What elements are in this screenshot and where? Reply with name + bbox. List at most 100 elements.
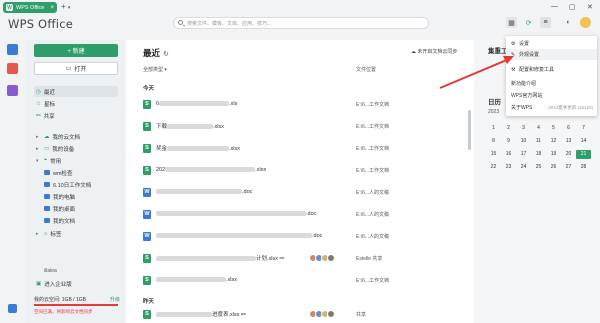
calendar-day[interactable]: 5 xyxy=(546,124,561,133)
menu-item-about[interactable]: 关于WPS 2023夏季更新 (15120) xyxy=(506,102,597,113)
sidebar-item-my-devices[interactable]: ▸ ▭ 我的设备 xyxy=(34,143,118,154)
calendar-day[interactable]: 13 xyxy=(561,137,576,146)
table-row[interactable]: S 6 .xls E:\6...工作文档 xyxy=(143,94,461,114)
calendar-day[interactable]: 21 xyxy=(576,150,591,159)
upgrade-link[interactable]: 升级 xyxy=(110,296,120,303)
sidebar-item-common[interactable]: ▾ ⌖ 常用 xyxy=(34,155,118,166)
calendar-day[interactable]: 2 xyxy=(501,124,516,133)
calendar-day[interactable]: 15 xyxy=(486,150,501,159)
search-input[interactable]: 搜索文件、模板、文库、应用、技巧... xyxy=(173,17,429,29)
file-name: .doc xyxy=(156,211,316,217)
table-row[interactable]: W .doc E:\6...人的文稿 xyxy=(143,226,461,246)
apps-icon[interactable] xyxy=(7,85,18,96)
spreadsheet-icon: S xyxy=(143,309,151,319)
calendar-day[interactable]: 25 xyxy=(531,163,546,172)
sidebar-item-label: 6.10日工作文档 xyxy=(53,182,92,189)
calendar: 1 2 3 4 5 6 7 8 9 10 11 12 13 14 15 16 17 18 19 20 21 22 23 24 2… xyxy=(486,124,596,172)
sidebar-item-shared[interactable]: ⚯ 共享 xyxy=(34,110,118,121)
calendar-day[interactable]: 7 xyxy=(576,124,591,133)
table-row[interactable]: S 计划.xlsx ⚯ Estelle 共享 xyxy=(143,248,461,268)
grid-icon[interactable]: ▦ xyxy=(506,17,517,28)
calendar-day[interactable]: 12 xyxy=(546,137,561,146)
menu-item-appearance[interactable]: ✎ 外观设置 xyxy=(506,49,597,60)
scrollbar[interactable] xyxy=(468,110,471,150)
sidebar-item-recent[interactable]: ◷ 最近 xyxy=(34,86,118,97)
chevron-down-icon[interactable]: ▾ xyxy=(68,5,71,11)
calendar-day[interactable]: 28 xyxy=(576,163,591,172)
calendar-day[interactable]: 10 xyxy=(516,137,531,146)
calendar-day[interactable]: 3 xyxy=(516,124,531,133)
enterprise-icon: ▣ xyxy=(36,280,42,287)
maximize-icon[interactable]: ▢ xyxy=(569,3,576,11)
calendar-day[interactable]: 11 xyxy=(531,137,546,146)
menu-icon[interactable]: ≡ xyxy=(540,17,551,28)
menu-item-website[interactable]: WPS官方网站 xyxy=(506,90,597,101)
collaborator-avatars[interactable] xyxy=(309,310,335,318)
docs-app-icon[interactable] xyxy=(7,44,18,55)
avatar[interactable] xyxy=(580,17,591,28)
collaborator-avatars[interactable] xyxy=(309,254,335,262)
menu-item-new-features[interactable]: 新功能介绍 xyxy=(506,78,597,89)
sidebar-item-starred[interactable]: ☆ 星标 xyxy=(34,98,118,109)
storage-bar xyxy=(34,304,118,306)
enterprise-link[interactable]: ▣ 进入企业版 xyxy=(34,278,118,289)
sidebar-item-folder-work[interactable]: 6.10日工作文档 xyxy=(42,179,118,190)
table-row[interactable]: W .doc E:\6...人的文稿 xyxy=(143,182,461,202)
table-row[interactable]: S 奖金 .xlsx E:\6...工作文档 xyxy=(143,138,461,158)
calendar-day[interactable]: 17 xyxy=(516,150,531,159)
calendar-day[interactable]: 1 xyxy=(486,124,501,133)
calendar-day[interactable]: 26 xyxy=(546,163,561,172)
sidebar-item-pc[interactable]: 我的电脑 xyxy=(42,191,118,202)
table-row[interactable]: S 下载 .xlsx E:\6...工作文档 xyxy=(143,116,461,136)
new-tab-button[interactable]: + ▾ xyxy=(61,2,70,11)
table-row[interactable]: S .xlsx E:\6...工作文档 xyxy=(143,270,461,290)
sidebar-item-tags[interactable]: ▸ ⌂ 标签 xyxy=(34,228,118,239)
sidebar-item-label: 我的电脑 xyxy=(53,194,76,201)
sync-icon[interactable]: ⟳ xyxy=(523,17,534,28)
menu-item-repair-tool[interactable]: ⚒ 配置和修复工具 xyxy=(506,64,597,75)
table-row[interactable]: S 202 .xlsx E:\6...工作文档 xyxy=(143,160,461,180)
help-icon[interactable] xyxy=(8,304,17,313)
calendar-day[interactable]: 14 xyxy=(576,137,591,146)
skin-icon[interactable]: ◐ xyxy=(563,17,574,28)
calendar-day[interactable]: 18 xyxy=(531,150,546,159)
cloud-sync-status[interactable]: ☁ 未开启文档云同步 xyxy=(411,48,457,55)
sidebar-item-folder-wm[interactable]: wm检查 xyxy=(42,167,118,178)
menu-item-label: 设置 xyxy=(519,41,530,47)
device-icon: ▭ xyxy=(44,145,50,152)
sidebar-item-desktop[interactable]: 我的桌面 xyxy=(42,203,118,214)
calendar-day[interactable]: 22 xyxy=(486,163,501,172)
table-row[interactable]: W .doc E:\6...人的文稿 xyxy=(143,204,461,224)
sidebar-item-documents[interactable]: 我的文档 xyxy=(42,215,118,226)
calendar-day[interactable]: 19 xyxy=(546,150,561,159)
calendar-day[interactable]: 24 xyxy=(516,163,531,172)
pin-icon: ⌖ xyxy=(44,157,48,163)
calendar-day[interactable]: 6 xyxy=(561,124,576,133)
refresh-icon[interactable]: ↻ xyxy=(163,51,169,58)
close-tab-icon[interactable]: × xyxy=(50,5,54,11)
calendar-day[interactable]: 8 xyxy=(486,137,501,146)
calendar-day[interactable]: 9 xyxy=(501,137,516,146)
sidebar-item-cloud-docs[interactable]: ▸ ☁ 我的云文档 xyxy=(34,131,118,142)
calendar-day[interactable]: 23 xyxy=(501,163,516,172)
storage-warning: 空间已满，将影响云文档同步 xyxy=(34,309,93,314)
new-button[interactable]: + 新建 xyxy=(34,44,118,57)
calendar-day[interactable]: 4 xyxy=(531,124,546,133)
menu-item-settings[interactable]: ⚙ 设置 xyxy=(506,38,597,49)
calendar-day[interactable]: 16 xyxy=(501,150,516,159)
shared-icon: ⚯ xyxy=(241,312,246,318)
calendar-day[interactable]: 20 xyxy=(561,150,576,159)
type-filter[interactable]: 全部类型 ▾ xyxy=(143,66,167,73)
wps-logo-icon: W xyxy=(6,4,13,11)
user-row[interactable]: illalea xyxy=(36,268,57,274)
tab-wps-office[interactable]: W WPS Office × xyxy=(3,2,57,13)
pdf-app-icon[interactable] xyxy=(7,63,18,74)
close-window-icon[interactable]: ✕ xyxy=(587,3,593,11)
table-row[interactable]: S 进度表.xlsx ⚯ 共享 xyxy=(143,304,461,323)
word-doc-icon: W xyxy=(143,231,151,241)
open-button[interactable]: ▭ 打开 xyxy=(34,62,118,75)
calendar-day[interactable]: 27 xyxy=(561,163,576,172)
spreadsheet-icon: S xyxy=(143,143,151,153)
minimize-icon[interactable]: — xyxy=(551,3,558,10)
calendar-year: 2023 xyxy=(488,109,500,115)
